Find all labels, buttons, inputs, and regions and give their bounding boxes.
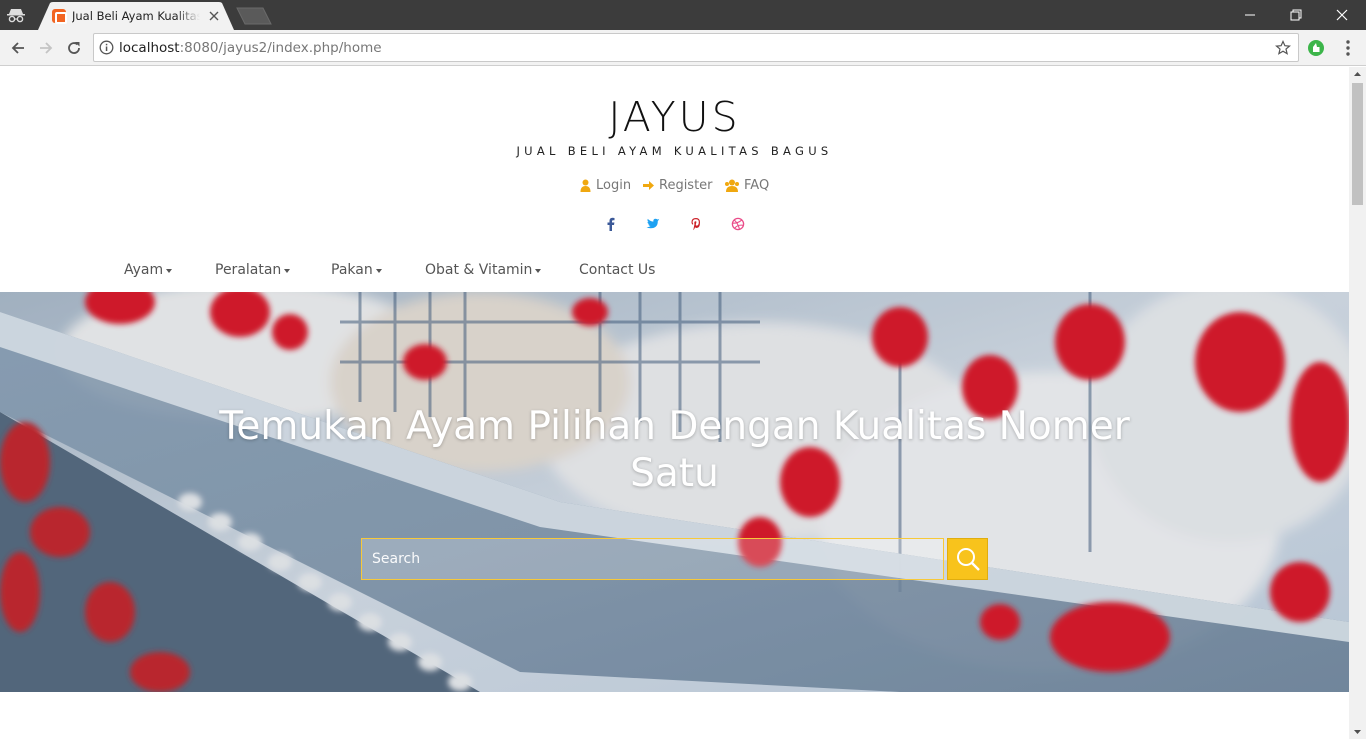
bookmark-star-icon[interactable] <box>1275 40 1291 56</box>
incognito-icon <box>7 9 25 23</box>
browser-titlebar: Jual Beli Ayam Kualitas Bagus <box>0 0 1366 30</box>
faq-link[interactable]: FAQ <box>724 176 769 194</box>
minimize-button[interactable] <box>1227 0 1273 30</box>
register-link[interactable]: Register <box>642 176 713 194</box>
xampp-favicon-icon <box>52 9 67 24</box>
new-tab-button[interactable] <box>236 7 272 25</box>
nav-label: Ayam <box>124 262 164 278</box>
caret-down-icon <box>166 269 173 273</box>
arrow-right-icon <box>643 180 654 190</box>
user-icon <box>580 179 591 192</box>
scroll-up-icon[interactable] <box>1349 67 1366 81</box>
login-link[interactable]: Login <box>579 176 631 194</box>
url-host: localhost <box>119 40 180 56</box>
close-icon <box>1336 9 1348 21</box>
forward-button[interactable] <box>34 36 58 60</box>
nav-item-pakan[interactable]: Pakan <box>331 260 382 280</box>
page-viewport: JAYUS JUAL BELI AYAM KUALITAS BAGUS Logi… <box>0 67 1349 739</box>
nav-label: Pakan <box>331 262 373 278</box>
caret-down-icon <box>375 269 382 273</box>
facebook-icon[interactable] <box>604 217 618 231</box>
restore-icon <box>1290 9 1302 21</box>
nav-item-obat-vitamin[interactable]: Obat & Vitamin <box>425 260 542 280</box>
nav-item-contact-us[interactable]: Contact Us <box>579 260 655 280</box>
hero-headline: Temukan Ayam Pilihan Dengan Kualitas Nom… <box>219 404 1130 496</box>
extension-icon[interactable] <box>1306 38 1326 58</box>
register-label: Register <box>659 177 713 193</box>
users-icon <box>725 179 739 192</box>
browser-tab[interactable]: Jual Beli Ayam Kualitas Bagus <box>38 2 234 30</box>
info-icon <box>99 40 114 55</box>
site-tagline: JUAL BELI AYAM KUALITAS BAGUS <box>516 144 833 158</box>
scrollbar-thumb[interactable] <box>1352 83 1363 205</box>
dribbble-icon[interactable] <box>731 217 745 231</box>
search-button[interactable] <box>947 538 988 580</box>
minimize-icon <box>1245 14 1255 16</box>
close-window-button[interactable] <box>1319 0 1365 30</box>
caret-down-icon <box>284 269 291 273</box>
reload-button[interactable] <box>62 36 86 60</box>
search-input[interactable] <box>361 538 944 580</box>
reload-icon <box>68 42 80 54</box>
tab-close-icon[interactable] <box>206 8 222 24</box>
browser-menu-icon[interactable] <box>1340 38 1356 58</box>
nav-label: Obat & Vitamin <box>425 262 533 278</box>
nav-item-ayam[interactable]: Ayam <box>124 260 173 280</box>
page-scrollbar[interactable] <box>1349 67 1366 739</box>
search-icon <box>957 548 980 571</box>
tab-title: Jual Beli Ayam Kualitas Bagus <box>72 9 200 23</box>
nav-item-peralatan[interactable]: Peralatan <box>215 260 291 280</box>
browser-toolbar: localhost:8080/jayus2/index.php/home <box>0 30 1366 66</box>
address-bar[interactable]: localhost:8080/jayus2/index.php/home <box>93 33 1299 62</box>
nav-label: Contact Us <box>579 262 656 278</box>
back-button[interactable] <box>6 36 30 60</box>
twitter-icon[interactable] <box>646 217 660 231</box>
url-text: localhost:8080/jayus2/index.php/home <box>119 40 382 56</box>
login-label: Login <box>596 177 632 193</box>
site-logo[interactable]: JAYUS <box>0 93 1349 141</box>
pinterest-icon[interactable] <box>689 217 703 231</box>
arrow-left-icon <box>11 42 24 54</box>
arrow-right-icon <box>40 42 53 54</box>
nav-label: Peralatan <box>215 262 282 278</box>
scroll-down-icon[interactable] <box>1349 725 1366 739</box>
restore-button[interactable] <box>1273 0 1319 30</box>
hero-banner: Temukan Ayam Pilihan Dengan Kualitas Nom… <box>0 292 1349 692</box>
url-path: :8080/jayus2/index.php/home <box>179 40 382 56</box>
caret-down-icon <box>535 269 542 273</box>
faq-label: FAQ <box>744 177 770 193</box>
